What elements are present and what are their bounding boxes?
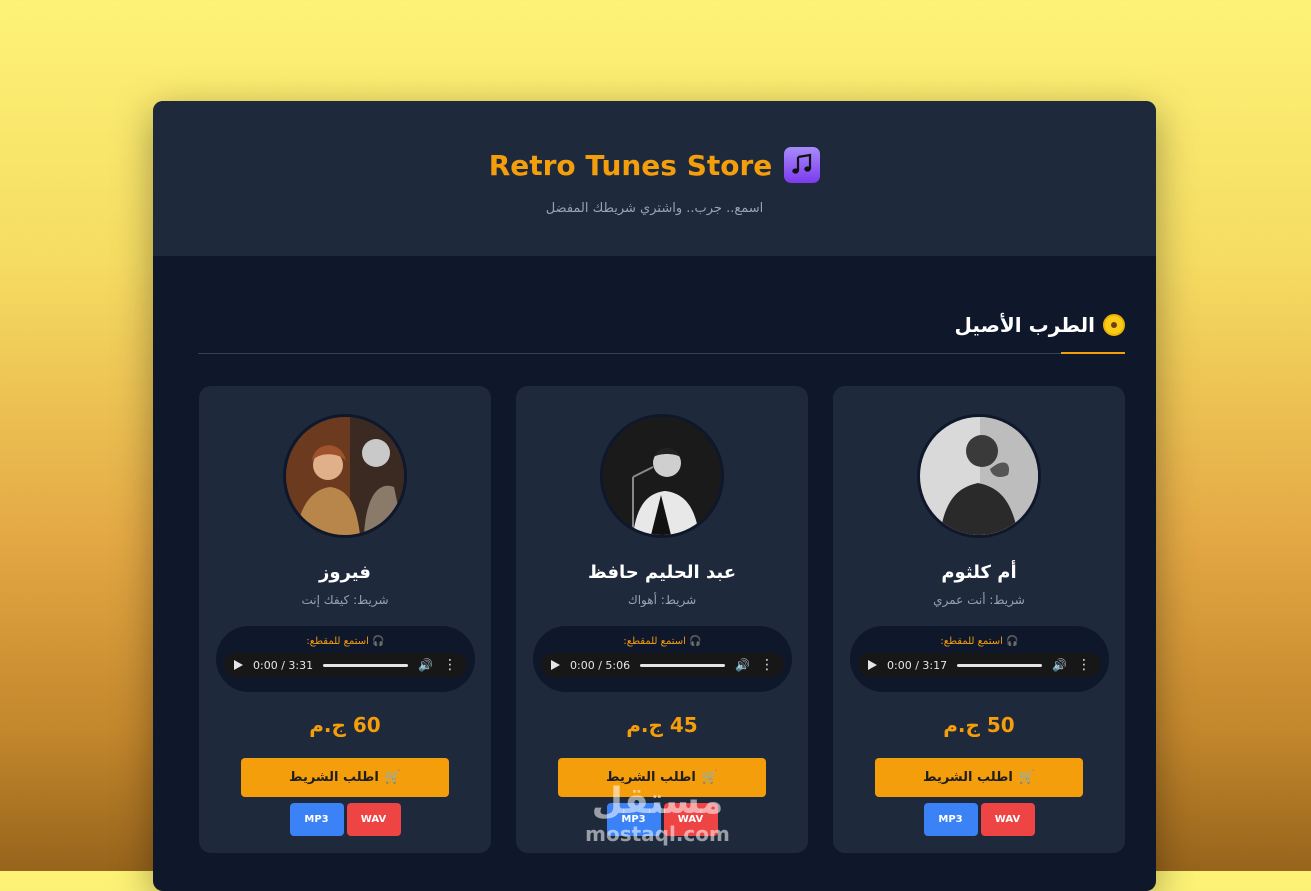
section-title: الطرب الأصيل xyxy=(955,313,1125,337)
seek-bar[interactable] xyxy=(957,663,1043,667)
cart-icon: 🛒 xyxy=(1018,770,1035,785)
audio-time: 0:00 / 3:31 xyxy=(253,658,314,672)
order-button-label: اطلب الشريط xyxy=(606,770,696,785)
store-title: Retro Tunes Store xyxy=(488,148,773,182)
audio-time: 0:00 / 5:06 xyxy=(570,658,631,672)
album-card: أم كلثوم شريط: أنت عمري 🎧 استمع للمقطع: … xyxy=(833,386,1125,853)
play-icon[interactable] xyxy=(551,660,560,670)
artist-name: عبد الحليم حافظ xyxy=(587,562,737,583)
mp3-button[interactable]: MP3 xyxy=(289,803,344,836)
album-name: شريط: كيفك إنت xyxy=(301,593,389,607)
audio-control[interactable]: 0:00 / 5:06 🔊 ⋮ xyxy=(541,653,784,677)
format-buttons: MP3 WAV xyxy=(516,803,808,836)
wav-button[interactable]: WAV xyxy=(980,803,1035,836)
artist-photo xyxy=(917,414,1041,538)
vinyl-disc-icon xyxy=(1103,314,1125,336)
artist-photo xyxy=(283,414,407,538)
price: 60 ج.م xyxy=(309,713,381,737)
volume-icon[interactable]: 🔊 xyxy=(1052,659,1067,671)
artist-name: فيروز xyxy=(319,562,371,583)
album-card: فيروز شريط: كيفك إنت 🎧 استمع للمقطع: 0:0… xyxy=(199,386,491,853)
music-note-icon xyxy=(784,147,821,183)
brand: Retro Tunes Store xyxy=(153,147,1156,183)
order-tape-button[interactable]: 🛒 اطلب الشريط xyxy=(241,758,449,797)
order-tape-button[interactable]: 🛒 اطلب الشريط xyxy=(875,758,1083,797)
mp3-button[interactable]: MP3 xyxy=(606,803,661,836)
more-options-icon[interactable]: ⋮ xyxy=(443,658,457,672)
album-card: عبد الحليم حافظ شريط: أهواك 🎧 استمع للمق… xyxy=(516,386,808,853)
more-options-icon[interactable]: ⋮ xyxy=(760,658,774,672)
listen-label: 🎧 استمع للمقطع: xyxy=(940,636,1019,647)
price: 50 ج.م xyxy=(943,713,1015,737)
order-button-label: اطلب الشريط xyxy=(923,770,1013,785)
listen-label: 🎧 استمع للمقطع: xyxy=(623,636,702,647)
mp3-button[interactable]: MP3 xyxy=(923,803,978,836)
order-tape-button[interactable]: 🛒 اطلب الشريط xyxy=(558,758,766,797)
store-tagline: اسمع.. جرب.. واشتري شريطك المفضل xyxy=(545,201,764,216)
seek-bar[interactable] xyxy=(323,663,409,667)
album-name: شريط: أهواك xyxy=(627,593,697,607)
format-buttons: MP3 WAV xyxy=(833,803,1125,836)
play-icon[interactable] xyxy=(868,660,877,670)
preview-player: 🎧 استمع للمقطع: 0:00 / 3:31 🔊 ⋮ xyxy=(216,626,475,692)
more-options-icon[interactable]: ⋮ xyxy=(1077,658,1091,672)
wav-button[interactable]: WAV xyxy=(346,803,401,836)
store-window: Retro Tunes Store اسمع.. جرب.. واشتري شر… xyxy=(153,101,1156,891)
section-title-text: الطرب الأصيل xyxy=(954,313,1095,337)
seek-bar[interactable] xyxy=(640,663,726,667)
artist-photo xyxy=(600,414,724,538)
cart-icon: 🛒 xyxy=(701,770,718,785)
cart-icon: 🛒 xyxy=(384,770,401,785)
volume-icon[interactable]: 🔊 xyxy=(735,659,750,671)
headphones-icon: 🎧 xyxy=(1006,636,1019,647)
volume-icon[interactable]: 🔊 xyxy=(418,659,433,671)
artist-name: أم كلثوم xyxy=(941,562,1017,583)
section-header: الطرب الأصيل xyxy=(198,311,1125,354)
preview-player: 🎧 استمع للمقطع: 0:00 / 5:06 🔊 ⋮ xyxy=(533,626,792,692)
headphones-icon: 🎧 xyxy=(689,636,702,647)
store-header: Retro Tunes Store اسمع.. جرب.. واشتري شر… xyxy=(153,101,1156,256)
audio-time: 0:00 / 3:17 xyxy=(887,658,948,672)
audio-control[interactable]: 0:00 / 3:17 🔊 ⋮ xyxy=(858,653,1101,677)
wav-button[interactable]: WAV xyxy=(663,803,718,836)
listen-label: 🎧 استمع للمقطع: xyxy=(306,636,385,647)
format-buttons: MP3 WAV xyxy=(199,803,491,836)
order-button-label: اطلب الشريط xyxy=(289,770,379,785)
play-icon[interactable] xyxy=(234,660,243,670)
price: 45 ج.م xyxy=(626,713,698,737)
album-name: شريط: أنت عمري xyxy=(933,593,1025,607)
preview-player: 🎧 استمع للمقطع: 0:00 / 3:17 🔊 ⋮ xyxy=(850,626,1109,692)
headphones-icon: 🎧 xyxy=(372,636,385,647)
audio-control[interactable]: 0:00 / 3:31 🔊 ⋮ xyxy=(224,653,467,677)
